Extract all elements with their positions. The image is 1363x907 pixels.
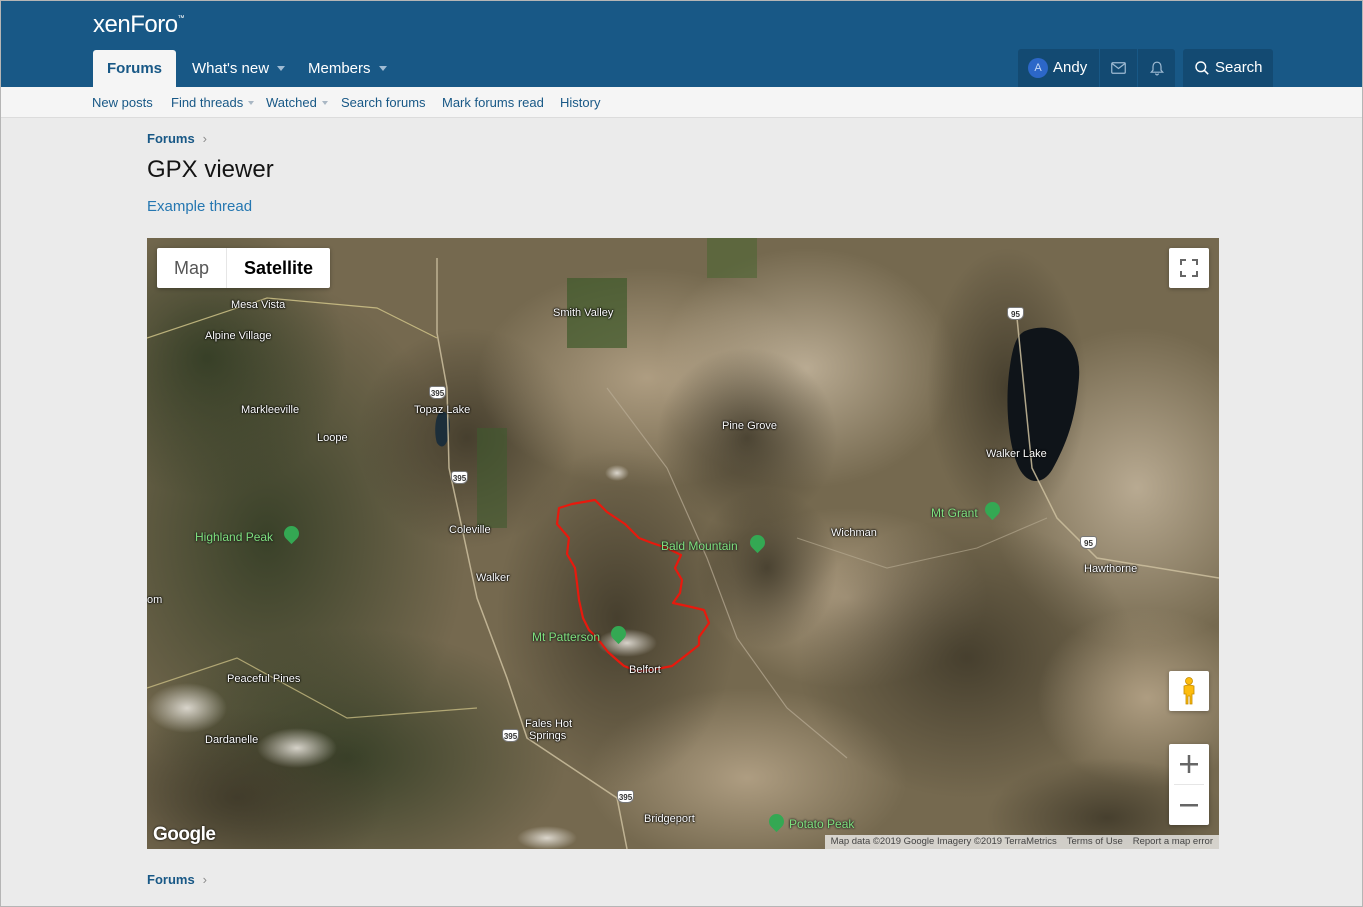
place-label: Fales Hot (525, 718, 573, 730)
terms-of-use-link[interactable]: Terms of Use (1067, 836, 1123, 847)
place-label: Dardanelle (205, 734, 259, 746)
breadcrumb: Forums › (147, 131, 207, 146)
chevron-down-icon[interactable] (277, 65, 286, 71)
mail-icon[interactable] (1099, 49, 1137, 87)
poi-label[interactable]: Bald Mountain (661, 539, 738, 553)
place-label: Loope (317, 432, 348, 444)
place-label: Walker Lake (986, 448, 1047, 460)
place-label: Mesa Vista (231, 299, 286, 311)
zoom-in-icon (1180, 755, 1198, 773)
place-label: Alpine Village (205, 330, 272, 342)
example-thread-link[interactable]: Example thread (147, 198, 252, 215)
tab-whats-new[interactable]: What's new (178, 50, 299, 87)
chevron-right-icon: › (202, 131, 208, 146)
search-button[interactable]: Search (1183, 49, 1273, 87)
place-label: om (147, 594, 163, 606)
place-label: Peaceful Pines (227, 673, 301, 685)
place-label: Walker (476, 572, 510, 584)
user-nav-group: A Andy (1018, 49, 1175, 87)
place-label: Springs (529, 730, 567, 742)
fullscreen-button[interactable] (1169, 248, 1209, 288)
fullscreen-icon (1180, 259, 1198, 277)
map-attribution: Map data ©2019 Google Imagery ©2019 Terr… (824, 835, 1219, 849)
chevron-down-icon[interactable] (378, 65, 387, 71)
avatar[interactable]: A (1028, 58, 1048, 78)
subnav-new-posts[interactable]: New posts (92, 87, 153, 118)
place-label: Markleeville (241, 404, 300, 416)
poi-label[interactable]: Mt Grant (931, 506, 978, 520)
subnav-mark-forums-read[interactable]: Mark forums read (442, 87, 544, 118)
tab-members[interactable]: Members (294, 50, 401, 87)
map-type-map-button[interactable]: Map (157, 248, 228, 288)
route-shield: 395 (502, 729, 519, 742)
site-logo[interactable]: xenForo™ (93, 11, 185, 39)
browser-page: xenForo™ Forums What's new Members A And… (0, 0, 1363, 907)
place-label: Bridgeport (644, 813, 695, 825)
place-label: Topaz Lake (414, 404, 471, 416)
poi-label[interactable]: Highland Peak (195, 530, 273, 544)
route-shield: 395 (451, 471, 468, 484)
zoom-control (1169, 744, 1209, 825)
map-data-attribution: Map data ©2019 Google Imagery ©2019 Terr… (830, 836, 1057, 847)
search-icon (1195, 61, 1209, 75)
place-label: Pine Grove (722, 420, 778, 432)
zoom-out-icon (1180, 804, 1198, 807)
map-type-control: Map Satellite (157, 248, 331, 288)
sub-navigation: New posts Find threads Watched Search fo… (1, 87, 1362, 118)
place-label: Hawthorne (1084, 563, 1138, 575)
zoom-in-button[interactable] (1169, 744, 1209, 784)
breadcrumb-forums-link[interactable]: Forums (147, 872, 195, 887)
place-label: Belfort (629, 664, 661, 676)
route-shield: 95 (1080, 536, 1097, 549)
subnav-history[interactable]: History (560, 87, 600, 118)
poi-label[interactable]: Potato Peak (789, 817, 854, 831)
breadcrumb-forums-link[interactable]: Forums (147, 131, 195, 146)
zoom-out-button[interactable] (1169, 785, 1209, 825)
map-type-satellite-button[interactable]: Satellite (227, 248, 330, 288)
subnav-search-forums[interactable]: Search forums (341, 87, 426, 118)
subnav-find-threads[interactable]: Find threads (171, 87, 255, 118)
poi-label[interactable]: Mt Patterson (532, 630, 600, 644)
place-label: Smith Valley (553, 307, 614, 319)
pegman-icon (1183, 677, 1195, 705)
route-shield: 395 (617, 790, 634, 803)
google-logo[interactable]: Google (153, 824, 216, 846)
tab-forums[interactable]: Forums (93, 50, 177, 87)
user-name-link[interactable]: Andy (1053, 49, 1087, 87)
place-label: Wichman (831, 527, 877, 539)
breadcrumb-bottom: Forums › (147, 872, 207, 887)
chevron-down-icon[interactable] (321, 100, 328, 105)
chevron-right-icon: › (202, 872, 208, 887)
gpx-map[interactable]: 395 395 395 395 95 95 Mesa Vista Alpine … (147, 238, 1219, 849)
route-shield: 395 (429, 386, 446, 399)
route-shield: 95 (1007, 307, 1024, 320)
street-view-button[interactable] (1169, 671, 1209, 711)
report-map-error-link[interactable]: Report a map error (1133, 836, 1213, 847)
subnav-watched[interactable]: Watched (266, 87, 328, 118)
chevron-down-icon[interactable] (248, 100, 255, 105)
site-header: xenForo™ Forums What's new Members A And… (1, 1, 1362, 87)
page-title: GPX viewer (147, 156, 274, 183)
bell-icon[interactable] (1137, 49, 1175, 87)
place-label: Coleville (449, 524, 491, 536)
